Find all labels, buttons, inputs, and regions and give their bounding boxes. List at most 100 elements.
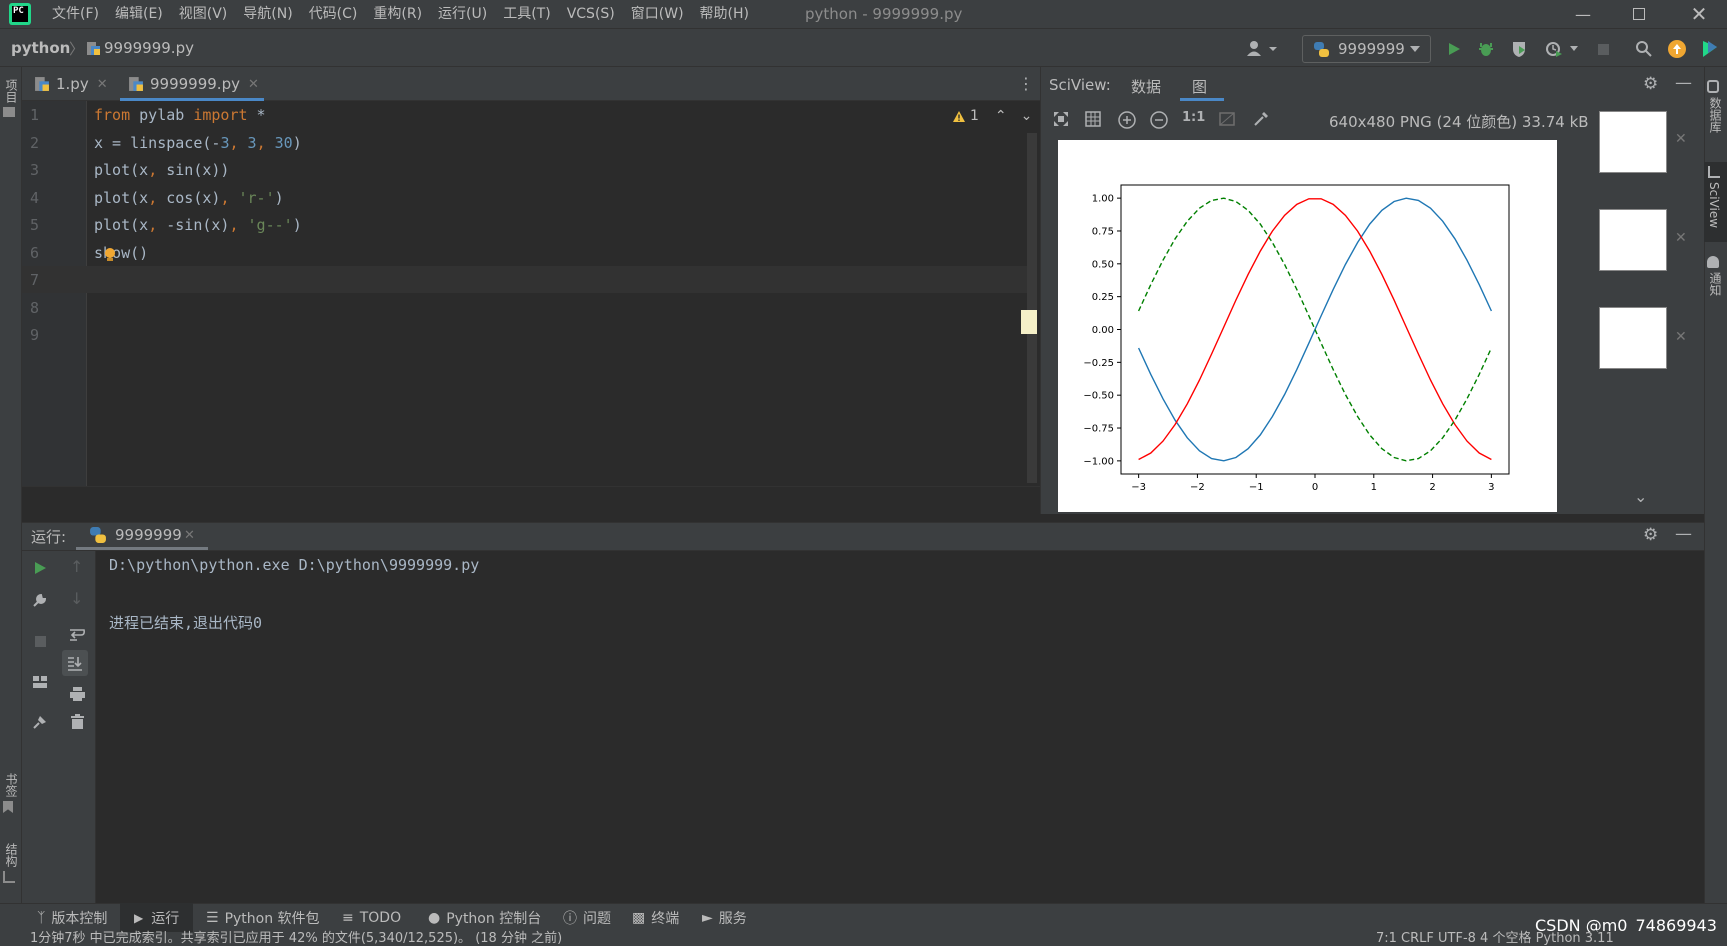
- breadcrumb-project[interactable]: python: [11, 39, 70, 57]
- code-token: ): [292, 216, 302, 234]
- project-tool-button[interactable]: 项目: [3, 79, 20, 117]
- tool-todo[interactable]: ≡ TODO: [342, 903, 401, 932]
- run-console-output[interactable]: [96, 551, 1694, 903]
- structure-tool-button[interactable]: 结构: [3, 843, 20, 883]
- up-arrow-icon[interactable]: ↑: [70, 557, 83, 576]
- color-picker-icon[interactable]: [1252, 110, 1270, 128]
- status-widgets[interactable]: 7:1 CRLF UTF-8 4 个空格 Python 3.11: [1376, 932, 1614, 946]
- pycharm-logo-icon[interactable]: PC: [9, 3, 31, 25]
- background-toggle-icon[interactable]: [1218, 110, 1236, 128]
- zoom-out-icon[interactable]: [1149, 110, 1169, 130]
- sciview-tool-button[interactable]: SciView: [1704, 162, 1727, 242]
- actual-size-button[interactable]: 1:1: [1182, 110, 1205, 125]
- close-thumbnail-icon[interactable]: ✕: [1675, 329, 1687, 345]
- tool-version-control[interactable]: ᛉ 版本控制: [37, 903, 107, 932]
- sciview-settings-gear-icon[interactable]: ⚙: [1643, 74, 1658, 94]
- menu-window[interactable]: 窗口(W): [623, 0, 692, 28]
- user-icon[interactable]: [1245, 38, 1279, 60]
- code-editor[interactable]: [22, 101, 1040, 486]
- minimize-button[interactable]: —: [1555, 0, 1611, 28]
- menu-tools[interactable]: 工具(T): [495, 0, 558, 28]
- previous-highlight-icon[interactable]: ⌃: [995, 108, 1007, 124]
- notifications-tool-label: 通知: [1708, 272, 1722, 296]
- next-highlight-icon[interactable]: ⌄: [1021, 108, 1033, 124]
- fit-to-window-icon[interactable]: [1052, 110, 1070, 128]
- status-indexing-message[interactable]: 1分钟7秒 中已完成索引。共享索引已应用于 42% 的文件(5,340/12,5…: [30, 932, 562, 946]
- line-number: 9: [30, 326, 40, 344]
- stop-button[interactable]: [1592, 38, 1614, 60]
- profile-button[interactable]: [1543, 38, 1565, 60]
- error-stripe-marker[interactable]: [1021, 310, 1037, 334]
- pin-icon[interactable]: [32, 714, 48, 730]
- tab-9999999-py[interactable]: 9999999.py ✕: [128, 67, 259, 101]
- tool-run[interactable]: ▶ 运行: [134, 903, 179, 932]
- y-tick-label: 0.50: [1092, 259, 1114, 270]
- search-everywhere-button[interactable]: [1633, 38, 1655, 60]
- rerun-icon[interactable]: [32, 560, 48, 576]
- bookmarks-tool-button[interactable]: 书签: [3, 773, 20, 813]
- menu-run[interactable]: 运行(U): [430, 0, 495, 28]
- maximize-button[interactable]: [1611, 0, 1667, 28]
- scroll-thumbnails-down-icon[interactable]: ⌄: [1634, 487, 1647, 506]
- zoom-in-icon[interactable]: [1117, 110, 1137, 130]
- menu-edit[interactable]: 编辑(E): [107, 0, 171, 28]
- grid-toggle-icon[interactable]: [1084, 110, 1102, 128]
- close-run-tab-icon[interactable]: ✕: [184, 528, 195, 543]
- menu-help[interactable]: 帮助(H): [692, 0, 757, 28]
- updates-button[interactable]: [1666, 38, 1688, 60]
- trash-icon[interactable]: [70, 714, 85, 730]
- close-window-button[interactable]: ✕: [1671, 0, 1727, 28]
- stop-icon[interactable]: [35, 636, 46, 647]
- run-icon: [1449, 43, 1460, 55]
- tool-services[interactable]: ► 服务: [702, 903, 747, 932]
- more-run-options-chevron-icon[interactable]: [1569, 45, 1579, 53]
- scroll-to-end-button[interactable]: [62, 650, 88, 676]
- run-button[interactable]: [1443, 38, 1465, 60]
- editor-scrollbar[interactable]: [1027, 133, 1037, 483]
- run-tab-9999999[interactable]: 9999999: [115, 526, 182, 544]
- inspection-widget[interactable]: 1 ⌃ ⌄: [952, 108, 1032, 124]
- menu-vcs[interactable]: VCS(S): [559, 0, 623, 28]
- plot-image[interactable]: −3 −2 −1 0 1 2 3 −1.00 −0.75 −0.50 −0.25 0.00 0.25 0.…: [1058, 140, 1557, 512]
- tool-python-console[interactable]: ● Python 控制台: [428, 903, 541, 932]
- close-thumbnail-icon[interactable]: ✕: [1675, 131, 1687, 147]
- down-arrow-icon[interactable]: ↓: [70, 589, 83, 608]
- tab-options-more-icon[interactable]: ⋮: [1018, 74, 1034, 93]
- terminal-icon: ▩: [632, 909, 646, 926]
- tab-1-py[interactable]: 1.py ✕: [34, 67, 108, 101]
- breadcrumb-file[interactable]: 9999999.py: [104, 39, 194, 57]
- run-settings-gear-icon[interactable]: ⚙: [1643, 525, 1658, 545]
- intention-bulb-icon[interactable]: [104, 248, 116, 262]
- menu-code[interactable]: 代码(C): [301, 0, 366, 28]
- plot-thumbnail[interactable]: [1599, 307, 1667, 369]
- menu-refactor[interactable]: 重构(R): [365, 0, 430, 28]
- tool-problems[interactable]: ⓘ 问题: [563, 903, 611, 932]
- tool-label: 终端: [651, 910, 680, 927]
- run-hide-icon[interactable]: —: [1675, 524, 1692, 544]
- coverage-button[interactable]: [1508, 38, 1530, 60]
- close-tab-icon[interactable]: ✕: [97, 77, 108, 92]
- close-tab-icon[interactable]: ✕: [248, 77, 259, 92]
- code-token: ,: [229, 133, 248, 152]
- run-tab-indicator: [76, 547, 208, 550]
- x-tick-label: −2: [1190, 482, 1205, 493]
- sciview-tab-data[interactable]: 数据: [1131, 76, 1161, 97]
- soft-wrap-icon[interactable]: [69, 627, 86, 642]
- jetbrains-ai-button[interactable]: [1699, 38, 1721, 60]
- sciview-tab-plots[interactable]: 图: [1192, 76, 1207, 97]
- close-thumbnail-icon[interactable]: ✕: [1675, 230, 1687, 246]
- menu-navigate[interactable]: 导航(N): [235, 0, 300, 28]
- layout-icon[interactable]: [32, 675, 48, 689]
- edit-configuration-wrench-icon[interactable]: [32, 592, 48, 608]
- tool-terminal[interactable]: ▩ 终端: [632, 903, 679, 932]
- database-tool-button[interactable]: 数据库: [1707, 80, 1724, 133]
- menu-view[interactable]: 视图(V): [171, 0, 236, 28]
- plot-thumbnail[interactable]: [1599, 111, 1667, 173]
- debug-button[interactable]: [1475, 38, 1497, 60]
- menu-file[interactable]: 文件(F): [44, 0, 107, 28]
- sciview-hide-icon[interactable]: —: [1675, 73, 1692, 93]
- print-icon[interactable]: [69, 686, 86, 702]
- plot-thumbnail[interactable]: [1599, 209, 1667, 271]
- tool-python-packages[interactable]: ☰ Python 软件包: [206, 903, 320, 932]
- notifications-tool-button[interactable]: 通知: [1707, 256, 1724, 296]
